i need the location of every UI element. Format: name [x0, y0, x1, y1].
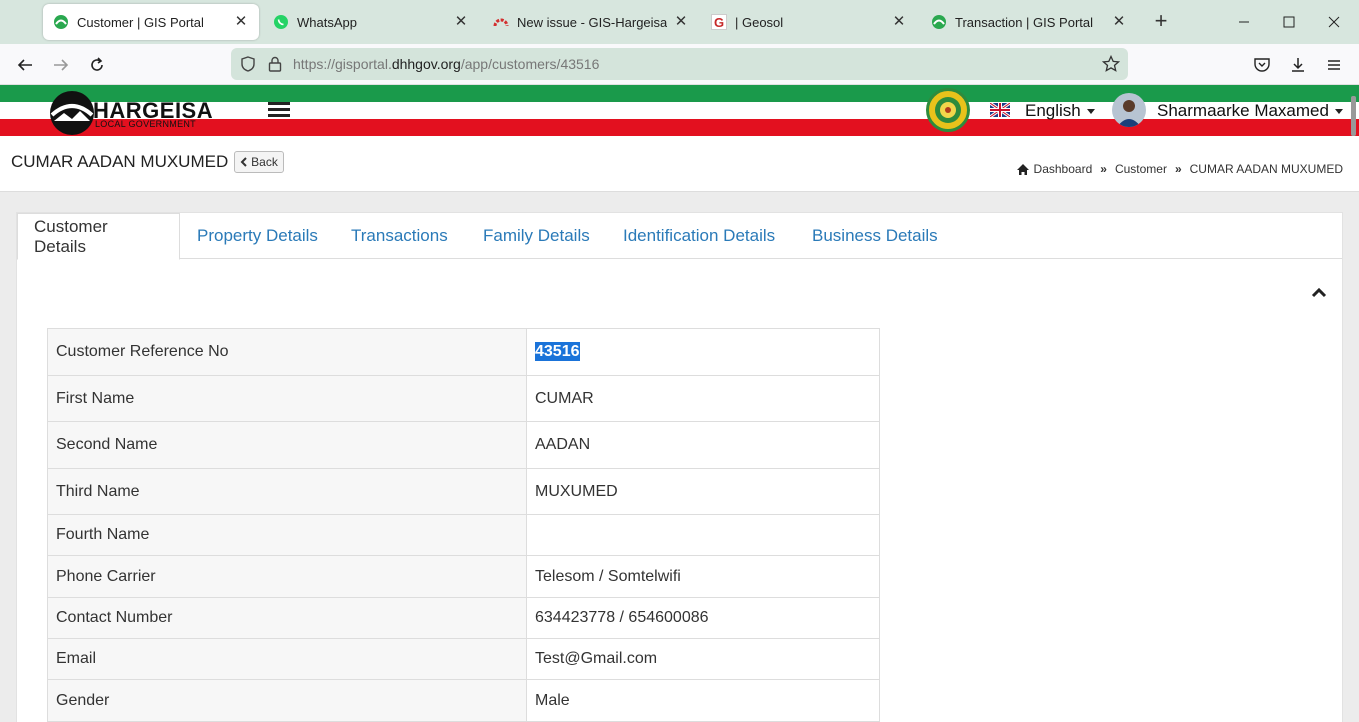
table-row: Gender Male [47, 679, 880, 722]
customer-details-table: Customer Reference No 43516 First Name C… [47, 328, 880, 722]
bookmark-star-icon[interactable] [1101, 54, 1121, 78]
brand-subtitle: LOCAL GOVERNMENT [95, 119, 196, 129]
field-label: Contact Number [47, 597, 527, 639]
menu-icon[interactable] [1321, 52, 1347, 78]
table-row: First Name CUMAR [47, 375, 880, 422]
chevron-left-icon [240, 157, 247, 167]
home-icon [1016, 163, 1029, 175]
field-label: Phone Carrier [47, 555, 527, 598]
tab-family-details[interactable]: Family Details [467, 213, 606, 259]
field-value: MUXUMED [526, 468, 880, 515]
browser-tab-strip: Customer | GIS Portal ✕ WhatsApp ✕ New i… [0, 0, 1359, 44]
tab-customer-details[interactable]: Customer Details [17, 213, 180, 260]
new-tab-button[interactable]: + [1149, 10, 1173, 34]
field-label: Second Name [47, 421, 527, 469]
shield-icon[interactable] [239, 55, 257, 78]
close-tab-icon[interactable]: ✕ [1111, 14, 1127, 30]
field-value: Test@Gmail.com [526, 638, 880, 680]
field-value: AADAN [526, 421, 880, 469]
table-row: Phone Carrier Telesom / Somtelwifi [47, 555, 880, 598]
caret-down-icon [1086, 109, 1095, 115]
geosol-icon: G [711, 14, 727, 30]
tab-business-details[interactable]: Business Details [796, 213, 954, 259]
government-emblem [926, 88, 970, 132]
uk-flag-icon[interactable] [989, 101, 1011, 119]
whatsapp-icon [273, 14, 289, 30]
field-label: Fourth Name [47, 514, 527, 556]
minimize-button[interactable] [1232, 10, 1256, 34]
reload-icon[interactable] [84, 52, 110, 78]
field-value: 43516 [526, 328, 880, 376]
close-tab-icon[interactable]: ✕ [233, 14, 249, 30]
svg-text:G: G [714, 15, 724, 30]
field-label: Email [47, 638, 527, 680]
window-close-button[interactable] [1322, 10, 1346, 34]
chevron-up-icon[interactable] [1311, 285, 1327, 299]
breadcrumb-dashboard[interactable]: Dashboard [1034, 162, 1093, 176]
field-label: Gender [47, 679, 527, 722]
download-icon[interactable] [1285, 52, 1311, 78]
browser-tab-new-issue[interactable]: New issue - GIS-Hargeisa - Tea ✕ [483, 4, 699, 40]
close-tab-icon[interactable]: ✕ [673, 14, 689, 30]
breadcrumb-current: CUMAR AADAN MUXUMED [1189, 162, 1343, 176]
hamburger-menu-icon[interactable] [268, 102, 290, 118]
field-value: Telesom / Somtelwifi [526, 555, 880, 598]
tab-transactions[interactable]: Transactions [335, 213, 464, 259]
browser-tab-geosol[interactable]: G | Geosol ✕ [701, 4, 917, 40]
back-arrow-icon[interactable] [12, 52, 38, 78]
browser-tab-customer[interactable]: Customer | GIS Portal ✕ [43, 4, 259, 40]
address-bar[interactable]: https://gisportal.dhhgov.org/app/custome… [231, 48, 1128, 80]
gis-icon [53, 14, 69, 30]
table-row: Customer Reference No 43516 [47, 328, 880, 376]
browser-nav-bar: https://gisportal.dhhgov.org/app/custome… [0, 44, 1359, 85]
field-label: Third Name [47, 468, 527, 515]
browser-tab-whatsapp[interactable]: WhatsApp ✕ [263, 4, 479, 40]
page-title: CUMAR AADAN MUXUMED [11, 152, 229, 171]
field-label: Customer Reference No [47, 328, 527, 376]
site-header: HARGEISA LOCAL GOVERNMENT English Sharma… [0, 85, 1359, 136]
maximize-button[interactable] [1277, 10, 1301, 34]
url-text[interactable]: https://gisportal.dhhgov.org/app/custome… [293, 56, 599, 72]
scrollbar[interactable] [1351, 96, 1356, 136]
user-menu-dropdown[interactable]: Sharmaarke Maxamed [1157, 101, 1343, 121]
table-row: Third Name MUXUMED [47, 468, 880, 515]
avatar[interactable] [1112, 93, 1146, 127]
breadcrumb: Dashboard » Customer » CUMAR AADAN MUXUM… [1016, 162, 1343, 176]
table-row: Email Test@Gmail.com [47, 638, 880, 680]
field-label: First Name [47, 375, 527, 422]
customer-card: Customer Details Property Details Transa… [16, 212, 1343, 722]
page-title-area: CUMAR AADAN MUXUMED Back Dashboard » Cus… [0, 136, 1359, 192]
field-value [526, 514, 880, 556]
detail-tabs: Customer Details Property Details Transa… [17, 213, 1342, 260]
breadcrumb-customer[interactable]: Customer [1115, 162, 1167, 176]
caret-down-icon [1334, 109, 1343, 115]
field-value: CUMAR [526, 375, 880, 422]
back-button[interactable]: Back [234, 151, 284, 173]
table-row: Fourth Name [47, 514, 880, 556]
table-row: Contact Number 634423778 / 654600086 [47, 597, 880, 639]
tab-property-details[interactable]: Property Details [181, 213, 334, 259]
lock-icon[interactable] [267, 55, 283, 78]
close-tab-icon[interactable]: ✕ [453, 14, 469, 30]
tab-identification-details[interactable]: Identification Details [607, 213, 791, 259]
table-row: Second Name AADAN [47, 421, 880, 469]
language-dropdown[interactable]: English [1025, 101, 1095, 121]
gis-icon [931, 14, 947, 30]
field-value: Male [526, 679, 880, 722]
pocket-icon[interactable] [1249, 52, 1275, 78]
close-tab-icon[interactable]: ✕ [891, 14, 907, 30]
browser-tab-transaction[interactable]: Transaction | GIS Portal ✕ [921, 4, 1137, 40]
gauge-icon [493, 14, 509, 30]
field-value: 634423778 / 654600086 [526, 597, 880, 639]
forward-arrow-icon[interactable] [48, 52, 74, 78]
hargeisa-logo[interactable] [50, 91, 94, 135]
